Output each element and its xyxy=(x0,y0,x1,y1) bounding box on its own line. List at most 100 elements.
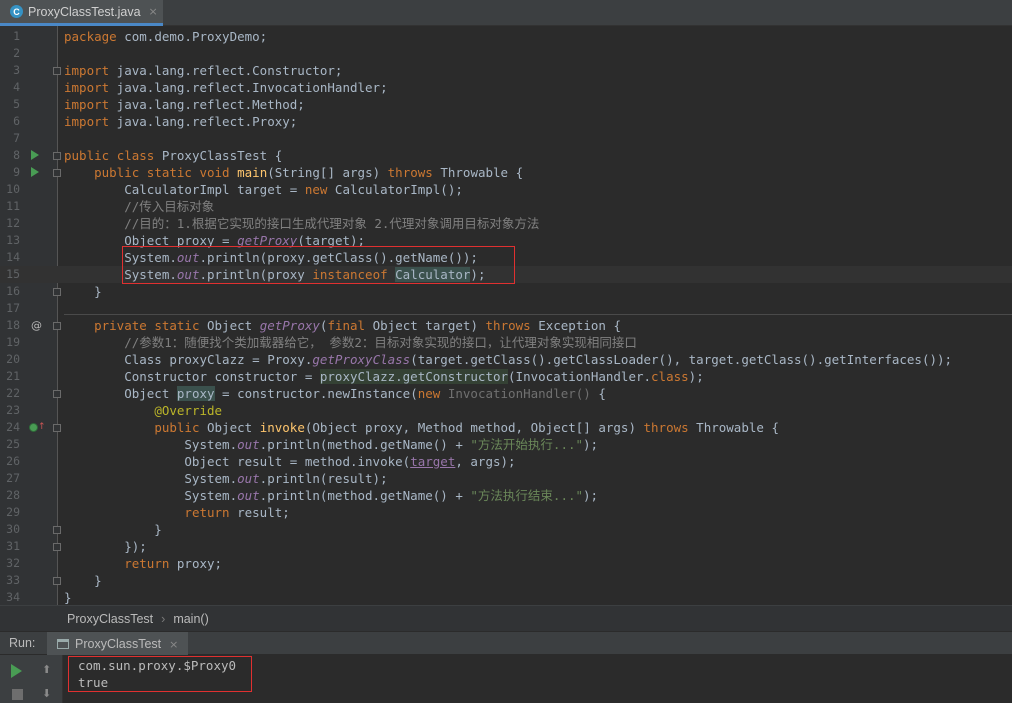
run-tab-label: ProxyClassTest xyxy=(75,637,162,651)
code-text: import java.lang.reflect.Proxy; xyxy=(64,114,298,129)
close-icon[interactable]: × xyxy=(149,5,158,18)
code-text: System.out.println(method.getName() + "方… xyxy=(64,437,599,452)
implements-gutter-icon[interactable] xyxy=(29,423,38,432)
code-line[interactable]: 11 //传入目标对象 xyxy=(0,198,1012,215)
breadcrumb: ProxyClassTest › main() xyxy=(0,605,1012,631)
code-line[interactable]: 28 System.out.println(method.getName() +… xyxy=(0,487,1012,504)
line-number: 28 xyxy=(6,488,20,502)
breadcrumb-class[interactable]: ProxyClassTest xyxy=(67,612,153,626)
code-text: public Object invoke(Object proxy, Metho… xyxy=(154,420,779,435)
line-number: 7 xyxy=(13,131,20,145)
code-text: } xyxy=(64,573,102,588)
implements-arrow-icon: ↑ xyxy=(38,422,46,432)
code-text: } xyxy=(64,284,102,299)
code-line[interactable]: 31 }); xyxy=(0,538,1012,555)
code-line[interactable]: 23 @Override xyxy=(0,402,1012,419)
line-number: 18 xyxy=(6,318,20,332)
code-line[interactable]: 1 package com.demo.ProxyDemo; xyxy=(0,28,1012,45)
line-number: 5 xyxy=(13,97,20,111)
code-line[interactable]: 33 } xyxy=(0,572,1012,589)
fold-marker-icon[interactable] xyxy=(53,577,61,585)
line-number: 2 xyxy=(13,46,20,60)
fold-marker-icon[interactable] xyxy=(53,152,61,160)
line-number: 14 xyxy=(6,250,20,264)
highlight-box-code xyxy=(122,246,515,284)
fold-marker-icon[interactable] xyxy=(53,543,61,551)
code-line[interactable]: 17 xyxy=(0,300,1012,317)
code-line[interactable]: 7 xyxy=(0,130,1012,147)
code-text: } xyxy=(64,590,72,605)
code-line[interactable]: 5 import java.lang.reflect.Method; xyxy=(0,96,1012,113)
line-number: 12 xyxy=(6,216,20,230)
code-line[interactable]: 32 return proxy; xyxy=(0,555,1012,572)
tab-label: ProxyClassTest.java xyxy=(28,4,141,19)
scroll-down-icon[interactable]: ⬇ xyxy=(42,687,51,700)
line-number: 4 xyxy=(13,80,20,94)
code-line[interactable]: 10 CalculatorImpl target = new Calculato… xyxy=(0,181,1012,198)
line-number: 27 xyxy=(6,471,20,485)
code-line[interactable]: 29 return result; xyxy=(0,504,1012,521)
run-console[interactable]: ⬆ ⬇ com.sun.proxy.$Proxy0 true xyxy=(0,655,1012,703)
rerun-icon[interactable] xyxy=(11,664,22,678)
editor-tab-bar: C ProxyClassTest.java × xyxy=(0,0,1012,26)
code-line[interactable]: 22 Object proxy = constructor.newInstanc… xyxy=(0,385,1012,402)
code-text: CalculatorImpl target = new CalculatorIm… xyxy=(64,182,463,197)
code-line[interactable]: 9 public static void main(String[] args)… xyxy=(0,164,1012,181)
fold-marker-icon[interactable] xyxy=(53,424,61,432)
code-text: import java.lang.reflect.Method; xyxy=(64,97,305,112)
line-number: 23 xyxy=(6,403,20,417)
fold-marker-icon[interactable] xyxy=(53,169,61,177)
tab-proxyclasstest-java[interactable]: C ProxyClassTest.java × xyxy=(0,0,163,26)
line-number: 10 xyxy=(6,182,20,196)
code-text: package com.demo.ProxyDemo; xyxy=(64,29,268,44)
code-editor[interactable]: 1 package com.demo.ProxyDemo; 2 3 import jav… xyxy=(0,26,1012,605)
code-line[interactable]: 8 public class ProxyClassTest { xyxy=(0,147,1012,164)
code-line[interactable]: 20 Class proxyClazz = Proxy.getProxyClas… xyxy=(0,351,1012,368)
code-line[interactable]: 16 } xyxy=(0,283,1012,300)
code-line[interactable]: 19 //参数1：随便找个类加载器给它， 参数2：目标对象实现的接口，让代理对象… xyxy=(0,334,1012,351)
code-line[interactable]: 2 xyxy=(0,45,1012,62)
breadcrumb-separator: › xyxy=(161,611,166,626)
highlight-box-console xyxy=(68,656,252,692)
fold-marker-icon[interactable] xyxy=(53,288,61,296)
line-number: 29 xyxy=(6,505,20,519)
code-line[interactable]: 24 ↑ public Object invoke(Object proxy, M… xyxy=(0,419,1012,436)
code-line[interactable]: 34} xyxy=(0,589,1012,605)
code-line[interactable]: 26 Object result = method.invoke(target,… xyxy=(0,453,1012,470)
breadcrumb-method[interactable]: main() xyxy=(173,612,208,626)
line-number: 8 xyxy=(13,148,20,162)
fold-marker-icon[interactable] xyxy=(53,67,61,75)
code-line[interactable]: 25 System.out.println(method.getName() +… xyxy=(0,436,1012,453)
line-number: 20 xyxy=(6,352,20,366)
code-text: //目的：1.根据它实现的接口生成代理对象 2.代理对象调用目标对象方法 xyxy=(124,216,540,231)
code-text: return proxy; xyxy=(124,556,223,571)
run-tool-window-header: Run: ProxyClassTest × xyxy=(0,631,1012,656)
code-text: Object result = method.invoke(target, ar… xyxy=(64,454,516,469)
line-number: 22 xyxy=(6,386,20,400)
line-number: 32 xyxy=(6,556,20,570)
annotation-gutter-icon[interactable]: @ xyxy=(31,317,42,334)
run-gutter-icon[interactable] xyxy=(31,167,39,177)
scroll-up-icon[interactable]: ⬆ xyxy=(42,663,51,676)
run-tab-proxyclasstest[interactable]: ProxyClassTest × xyxy=(47,632,189,656)
code-text: System.out.println(method.getName() + "方… xyxy=(64,488,599,503)
code-line[interactable]: 27 System.out.println(result); xyxy=(0,470,1012,487)
code-line[interactable]: 12 //目的：1.根据它实现的接口生成代理对象 2.代理对象调用目标对象方法 xyxy=(0,215,1012,232)
code-line[interactable]: 21 Constructor constructor = proxyClazz.… xyxy=(0,368,1012,385)
line-number: 17 xyxy=(6,301,20,315)
code-line[interactable]: 4 import java.lang.reflect.InvocationHand… xyxy=(0,79,1012,96)
code-line[interactable]: 18 @ private static Object getProxy(final… xyxy=(0,317,1012,334)
code-line[interactable]: 3 import java.lang.reflect.Constructor; xyxy=(0,62,1012,79)
console-icon xyxy=(57,639,69,649)
line-number: 26 xyxy=(6,454,20,468)
code-line[interactable]: 6 import java.lang.reflect.Proxy; xyxy=(0,113,1012,130)
line-number: 19 xyxy=(6,335,20,349)
run-gutter-icon[interactable] xyxy=(31,150,39,160)
close-icon[interactable]: × xyxy=(169,638,178,651)
fold-marker-icon[interactable] xyxy=(53,390,61,398)
code-line[interactable]: 30 } xyxy=(0,521,1012,538)
code-text: import java.lang.reflect.Constructor; xyxy=(64,63,343,78)
fold-marker-icon[interactable] xyxy=(53,526,61,534)
fold-marker-icon[interactable] xyxy=(53,322,61,330)
stop-icon[interactable] xyxy=(12,689,23,700)
